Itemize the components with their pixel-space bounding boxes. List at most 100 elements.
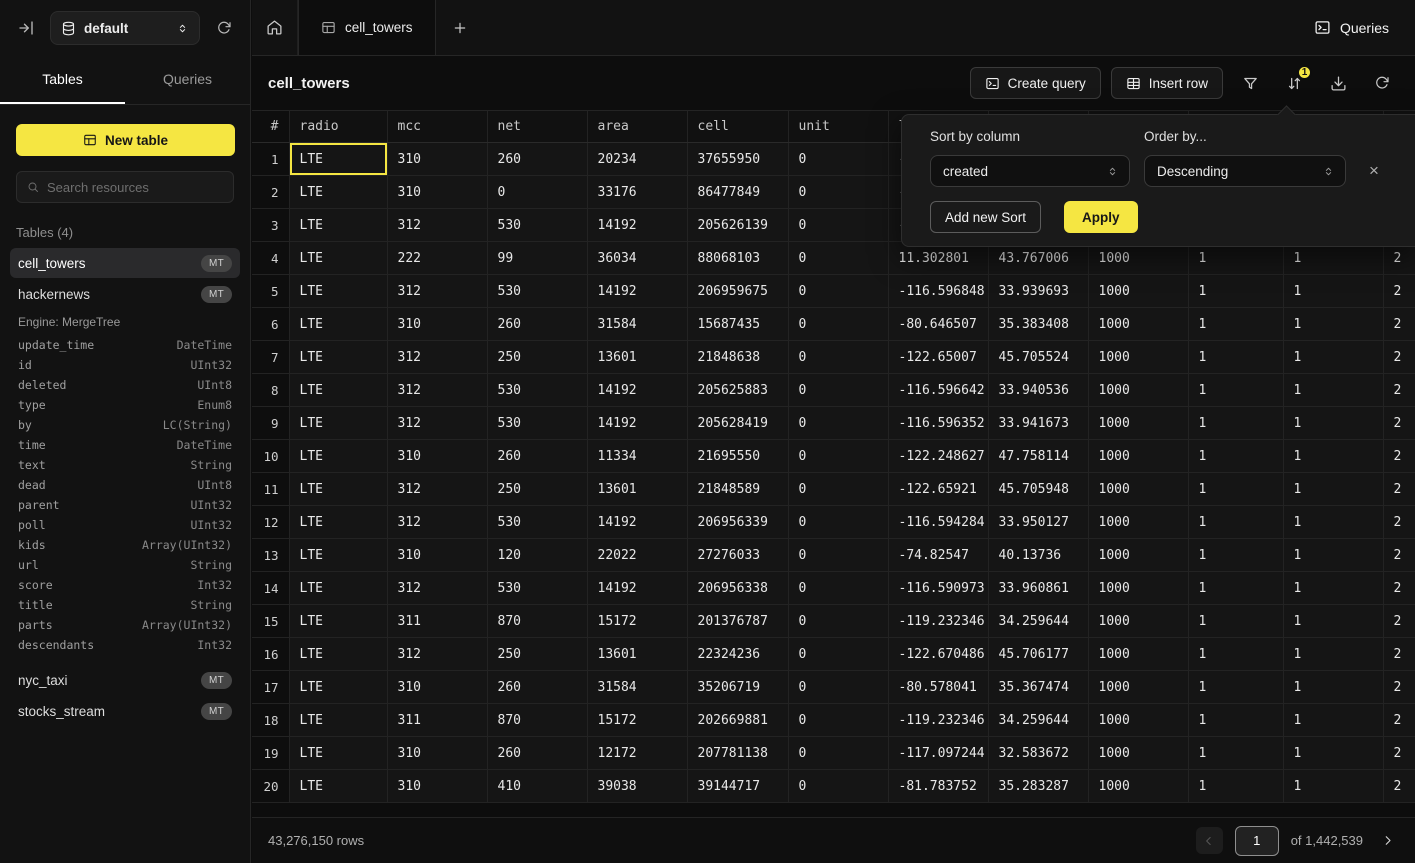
table-cell[interactable]: 1	[1188, 704, 1283, 737]
table-cell[interactable]: 1	[1188, 341, 1283, 374]
table-cell[interactable]: -116.596352	[888, 407, 988, 440]
table-cell[interactable]: -122.248627	[888, 440, 988, 473]
table-cell[interactable]: 1000	[1088, 374, 1188, 407]
table-cell[interactable]: 31584	[587, 308, 687, 341]
row-number[interactable]: 15	[252, 605, 289, 638]
table-cell[interactable]: 45.706177	[988, 638, 1088, 671]
table-cell[interactable]: 33.940536	[988, 374, 1088, 407]
table-cell[interactable]: 22022	[587, 539, 687, 572]
table-cell[interactable]: 2	[1383, 473, 1415, 506]
download-button[interactable]	[1321, 67, 1355, 99]
table-cell[interactable]: LTE	[289, 143, 387, 176]
table-row[interactable]: 11LTE31225013601218485890-122.6592145.70…	[252, 473, 1415, 506]
table-cell[interactable]: 1	[1188, 440, 1283, 473]
table-cell[interactable]: 0	[788, 275, 888, 308]
table-cell[interactable]: 0	[788, 308, 888, 341]
table-cell[interactable]: 0	[788, 704, 888, 737]
remove-sort-button[interactable]: ×	[1362, 159, 1386, 183]
apply-sort-button[interactable]: Apply	[1064, 201, 1138, 233]
table-cell[interactable]: 1	[1283, 440, 1383, 473]
table-cell[interactable]: -80.578041	[888, 671, 988, 704]
table-cell[interactable]: -81.783752	[888, 770, 988, 803]
row-number[interactable]: 5	[252, 275, 289, 308]
table-cell[interactable]: 1	[1283, 737, 1383, 770]
table-cell[interactable]: 39038	[587, 770, 687, 803]
row-number[interactable]: 8	[252, 374, 289, 407]
table-cell[interactable]: 1	[1283, 704, 1383, 737]
table-row[interactable]: 13LTE31012022022272760330-74.8254740.137…	[252, 539, 1415, 572]
table-cell[interactable]: -122.65007	[888, 341, 988, 374]
table-cell[interactable]: LTE	[289, 242, 387, 275]
table-cell[interactable]: 206956339	[687, 506, 788, 539]
table-cell[interactable]: 0	[788, 506, 888, 539]
table-cell[interactable]: 35.383408	[988, 308, 1088, 341]
table-cell[interactable]: 36034	[587, 242, 687, 275]
column-header-cell[interactable]: cell	[687, 111, 788, 143]
table-cell[interactable]: 312	[387, 209, 487, 242]
row-number[interactable]: 2	[252, 176, 289, 209]
table-cell[interactable]: 31584	[587, 671, 687, 704]
table-cell[interactable]: 45.705948	[988, 473, 1088, 506]
table-cell[interactable]: 0	[788, 671, 888, 704]
table-cell[interactable]: 260	[487, 143, 587, 176]
table-cell[interactable]: LTE	[289, 176, 387, 209]
page-number-input[interactable]	[1235, 826, 1279, 856]
table-cell[interactable]: 35.367474	[988, 671, 1088, 704]
table-row[interactable]: 18LTE311870151722026698810-119.23234634.…	[252, 704, 1415, 737]
row-number[interactable]: 17	[252, 671, 289, 704]
row-number[interactable]: 16	[252, 638, 289, 671]
table-cell[interactable]: LTE	[289, 506, 387, 539]
table-cell[interactable]: 1	[1188, 539, 1283, 572]
table-cell[interactable]: 310	[387, 737, 487, 770]
table-cell[interactable]: 0	[788, 374, 888, 407]
table-cell[interactable]: 0	[788, 638, 888, 671]
create-query-button[interactable]: Create query	[970, 67, 1101, 99]
table-cell[interactable]: 47.758114	[988, 440, 1088, 473]
table-cell[interactable]: 13601	[587, 473, 687, 506]
table-cell[interactable]: LTE	[289, 275, 387, 308]
table-cell[interactable]: 0	[788, 341, 888, 374]
table-cell[interactable]: 250	[487, 341, 587, 374]
table-row[interactable]: 16LTE31225013601223242360-122.67048645.7…	[252, 638, 1415, 671]
column-header-area[interactable]: area	[587, 111, 687, 143]
table-cell[interactable]: 205626139	[687, 209, 788, 242]
row-number[interactable]: 13	[252, 539, 289, 572]
table-cell[interactable]: 14192	[587, 506, 687, 539]
row-number[interactable]: 12	[252, 506, 289, 539]
table-cell[interactable]: 312	[387, 374, 487, 407]
table-cell[interactable]: 12172	[587, 737, 687, 770]
table-cell[interactable]: -116.596642	[888, 374, 988, 407]
table-cell[interactable]: 35.283287	[988, 770, 1088, 803]
table-cell[interactable]: 1000	[1088, 671, 1188, 704]
table-cell[interactable]: 260	[487, 440, 587, 473]
table-cell[interactable]: -116.594284	[888, 506, 988, 539]
table-cell[interactable]: 15172	[587, 704, 687, 737]
table-cell[interactable]: -116.590973	[888, 572, 988, 605]
table-cell[interactable]: 0	[788, 605, 888, 638]
table-cell[interactable]: 0	[788, 407, 888, 440]
table-cell[interactable]: 0	[788, 242, 888, 275]
table-cell[interactable]: 20234	[587, 143, 687, 176]
table-cell[interactable]: 37655950	[687, 143, 788, 176]
table-cell[interactable]: 1	[1283, 473, 1383, 506]
sidebar-item-cell-towers[interactable]: cell_towers MT	[10, 248, 240, 278]
add-new-sort-button[interactable]: Add new Sort	[930, 201, 1041, 233]
table-cell[interactable]: 0	[788, 770, 888, 803]
row-number[interactable]: 20	[252, 770, 289, 803]
table-cell[interactable]: 1	[1283, 671, 1383, 704]
table-cell[interactable]: 410	[487, 770, 587, 803]
table-cell[interactable]: 34.259644	[988, 605, 1088, 638]
table-cell[interactable]: -80.646507	[888, 308, 988, 341]
table-cell[interactable]: 530	[487, 209, 587, 242]
table-cell[interactable]: 310	[387, 539, 487, 572]
table-row[interactable]: 10LTE31026011334216955500-122.24862747.7…	[252, 440, 1415, 473]
table-cell[interactable]: 1	[1283, 572, 1383, 605]
table-cell[interactable]: 312	[387, 638, 487, 671]
table-cell[interactable]: 2	[1383, 572, 1415, 605]
row-number[interactable]: 4	[252, 242, 289, 275]
column-header-num[interactable]: #	[252, 111, 289, 143]
database-selector[interactable]: default	[50, 11, 200, 45]
previous-page-button[interactable]	[1196, 827, 1223, 854]
table-cell[interactable]: 32.583672	[988, 737, 1088, 770]
table-cell[interactable]: LTE	[289, 473, 387, 506]
